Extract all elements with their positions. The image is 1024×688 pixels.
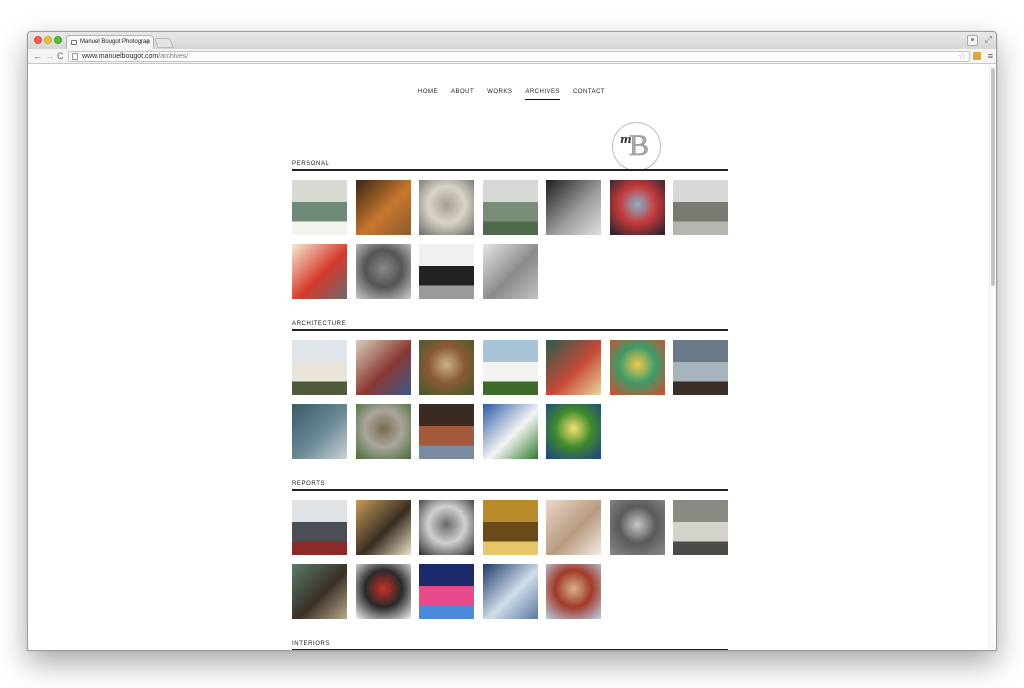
fullscreen-icon[interactable]: ⤢ <box>985 34 992 45</box>
photo-white-villa[interactable] <box>482 404 538 459</box>
photo-pavilion[interactable] <box>673 180 728 235</box>
nav-contact[interactable]: CONTACT <box>573 88 605 100</box>
photo-courtyard[interactable] <box>355 404 411 459</box>
photo-palms-bw[interactable] <box>419 244 474 299</box>
address-bar[interactable]: www.manuelbougot.com/archives/ ☆ <box>68 51 970 62</box>
photo-cathedral[interactable] <box>355 500 411 555</box>
photo-crowd-bw[interactable] <box>355 244 411 299</box>
tab-title: Manuel Bougot Photograp <box>80 39 150 45</box>
photo-lamp-field[interactable] <box>482 180 538 235</box>
photo-bells[interactable] <box>419 500 474 555</box>
nav-archives[interactable]: ARCHIVES <box>525 88 561 100</box>
scroll-thumb[interactable] <box>991 68 995 286</box>
photo-kettle[interactable] <box>292 180 347 235</box>
logo-b: B <box>629 129 650 162</box>
section-reports: REPORTS <box>292 480 728 628</box>
photo-colorful-wall[interactable] <box>609 340 665 395</box>
section-title: INTERIORS <box>292 640 728 650</box>
photo-factory[interactable] <box>673 500 728 555</box>
section-title: ARCHITECTURE <box>292 320 728 331</box>
close-window-icon[interactable] <box>34 36 42 44</box>
photo-arches[interactable] <box>355 340 411 395</box>
photo-kiosk[interactable] <box>546 340 601 395</box>
browser-window: Manuel Bougot Photograp × ⤢ ← → C www.ma… <box>27 31 997 651</box>
menu-icon[interactable]: ≡ <box>988 49 993 64</box>
section-title: REPORTS <box>292 480 728 491</box>
section-personal: PERSONAL <box>292 160 728 308</box>
photo-concert[interactable] <box>419 564 474 619</box>
site-nav: HOME ABOUT WORKS ARCHIVES CONTACT <box>418 88 618 100</box>
photo-office[interactable] <box>292 404 347 459</box>
section-title: PERSONAL <box>292 160 728 171</box>
reload-icon[interactable]: C <box>57 49 64 64</box>
photo-tent-plaza[interactable] <box>609 180 665 235</box>
thumb-grid <box>292 340 728 468</box>
photo-brick-house[interactable] <box>419 404 474 459</box>
section-interiors: INTERIORS <box>292 640 728 650</box>
photo-beach-bw[interactable] <box>482 244 538 299</box>
photo-brass[interactable] <box>482 500 538 555</box>
url-path: /archives/ <box>158 53 189 60</box>
thumb-grid <box>292 180 728 308</box>
forward-icon[interactable]: → <box>45 49 54 64</box>
photo-corbusier[interactable] <box>673 340 728 395</box>
photo-wood-house[interactable] <box>419 340 474 395</box>
photo-villa-garden[interactable] <box>482 340 538 395</box>
photo-reliefs[interactable] <box>609 500 665 555</box>
extension-icon[interactable] <box>973 52 981 60</box>
thumb-grid <box>292 500 728 628</box>
section-architecture: ARCHITECTURE <box>292 320 728 468</box>
zoom-window-icon[interactable] <box>54 36 62 44</box>
scrollbar[interactable] <box>989 65 996 650</box>
photo-night-lamp[interactable] <box>546 404 601 459</box>
nav-works[interactable]: WORKS <box>487 88 512 100</box>
url-host: www.manuelbougot.com <box>82 53 159 60</box>
tab-close-icon[interactable]: × <box>146 36 150 49</box>
photo-modern-house[interactable] <box>292 340 347 395</box>
page-icon <box>72 53 78 60</box>
photo-fridge[interactable] <box>419 180 474 235</box>
browser-toolbar: ← → C www.manuelbougot.com/archives/ ☆ ≡ <box>28 49 996 64</box>
photo-lantern[interactable] <box>355 564 411 619</box>
favicon-icon <box>71 40 77 45</box>
page-viewport: HOME ABOUT WORKS ARCHIVES CONTACT m B PE… <box>28 65 996 650</box>
profile-icon[interactable] <box>967 35 978 46</box>
photo-sailing[interactable] <box>482 564 538 619</box>
back-icon[interactable]: ← <box>33 49 42 64</box>
minimize-window-icon[interactable] <box>44 36 52 44</box>
photo-red-building[interactable] <box>292 244 347 299</box>
browser-tab[interactable]: Manuel Bougot Photograp × <box>66 35 154 49</box>
nav-about[interactable]: ABOUT <box>451 88 474 100</box>
new-tab-button[interactable] <box>154 38 174 48</box>
tab-strip: Manuel Bougot Photograp × ⤢ <box>28 32 996 49</box>
nav-home[interactable]: HOME <box>418 88 438 100</box>
photo-street-bw[interactable] <box>546 180 601 235</box>
bookmark-star-icon[interactable]: ☆ <box>958 51 966 61</box>
photo-tower[interactable] <box>546 564 601 619</box>
photo-statue[interactable] <box>546 500 601 555</box>
photo-gallery[interactable] <box>292 500 347 555</box>
photo-facade[interactable] <box>292 564 347 619</box>
photo-shelves[interactable] <box>355 180 411 235</box>
